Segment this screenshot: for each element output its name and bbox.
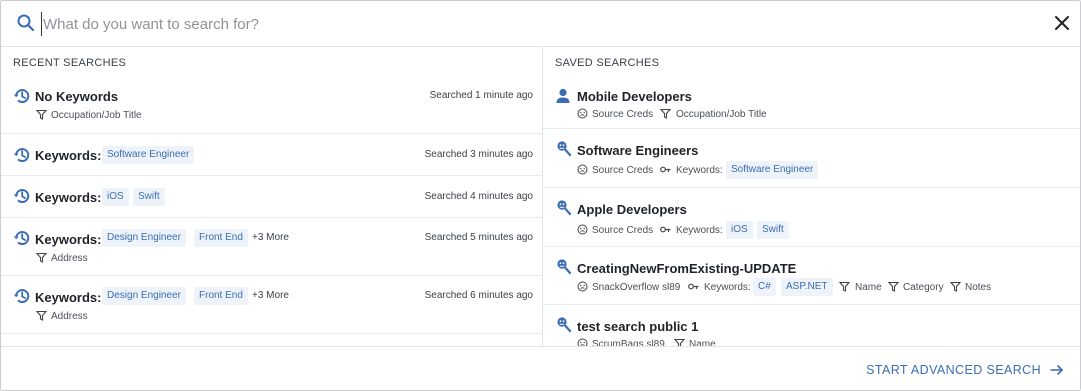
history-icon — [13, 189, 30, 203]
recent-searches-heading: RECENT SEARCHES — [13, 57, 127, 69]
keyword-tag: Front End — [194, 287, 248, 305]
recent-search-time: Searched 4 minutes ago — [424, 191, 533, 202]
saved-search-row[interactable]: test search public 1 ScrumBags sl89 Name — [543, 306, 1080, 347]
saved-search-row[interactable]: Apple Developers Source Creds Keywords: … — [543, 189, 1080, 247]
recent-search-row[interactable]: Keywords: Design Engineer Front End +3 M… — [1, 219, 542, 276]
keywords-label: Keywords: — [676, 165, 723, 176]
filter-label: Occupation/Job Title — [51, 110, 142, 121]
source-label: Source Creds — [592, 165, 654, 176]
source-label: Source Creds — [592, 225, 654, 236]
history-icon — [13, 148, 30, 162]
filter-icon — [36, 310, 47, 321]
modal-footer: START ADVANCED SEARCH — [1, 346, 1080, 390]
key-icon — [688, 283, 699, 290]
search-input[interactable] — [41, 12, 1021, 36]
filter-icon — [950, 281, 961, 292]
keyword-tag: Swift — [757, 221, 789, 239]
recent-search-time: Searched 3 minutes ago — [424, 149, 533, 160]
recent-search-time: Searched 5 minutes ago — [424, 232, 533, 243]
face-icon — [577, 108, 588, 119]
saved-searches-heading: SAVED SEARCHES — [555, 57, 660, 69]
start-advanced-search-label: START ADVANCED SEARCH — [866, 363, 1041, 377]
search-icon — [17, 14, 35, 32]
filter-label: Occupation/Job Title — [676, 109, 767, 120]
filter-label: Address — [51, 253, 88, 264]
filter-icon — [888, 281, 899, 292]
recent-search-time: Searched 1 minute ago — [429, 90, 533, 101]
filter-label: Notes — [965, 282, 992, 293]
saved-search-title: CreatingNewFromExisting-UPDATE — [577, 261, 797, 276]
start-advanced-search-button[interactable]: START ADVANCED SEARCH — [866, 360, 1065, 380]
keyword-tag: Software Engineer — [102, 146, 195, 164]
face-icon — [577, 224, 588, 235]
more-tags-count[interactable]: +3 More — [252, 290, 289, 301]
person-search-icon — [557, 200, 572, 216]
recent-search-time: Searched 6 minutes ago — [424, 290, 533, 301]
saved-searches-panel: SAVED SEARCHES Mobile Developers Source … — [543, 47, 1080, 347]
filter-icon — [660, 108, 671, 119]
close-icon[interactable] — [1052, 13, 1072, 33]
history-icon — [13, 231, 30, 245]
keyword-tag: iOS — [102, 188, 129, 206]
search-modal: RECENT SEARCHES No Keywords Searched 1 m… — [0, 0, 1081, 391]
history-icon — [13, 89, 30, 103]
filter-label: Category — [903, 282, 944, 293]
recent-search-row[interactable]: No Keywords Searched 1 minute ago Occupa… — [1, 76, 542, 134]
keyword-tag: Swift — [133, 188, 165, 206]
recent-search-title: Keywords: — [35, 190, 102, 205]
person-search-icon — [557, 141, 572, 157]
recent-search-title: Keywords: — [35, 148, 102, 163]
arrow-right-icon — [1050, 365, 1063, 375]
face-icon — [577, 281, 588, 292]
saved-search-title: Software Engineers — [577, 143, 699, 158]
saved-search-title: Apple Developers — [577, 202, 687, 217]
search-bar — [1, 1, 1080, 47]
keyword-tag: Design Engineer — [102, 287, 186, 305]
keywords-label: Keywords: — [704, 282, 751, 293]
recent-search-title: No Keywords — [35, 89, 119, 104]
source-label: Source Creds — [592, 109, 654, 120]
key-icon — [660, 226, 671, 233]
recent-searches-panel: RECENT SEARCHES No Keywords Searched 1 m… — [1, 47, 542, 347]
person-search-icon — [557, 317, 572, 333]
recent-search-title: Keywords: — [35, 290, 102, 305]
saved-search-title: Mobile Developers — [577, 89, 692, 104]
face-icon — [577, 164, 588, 175]
filter-label: Address — [51, 311, 88, 322]
keyword-tag: iOS — [726, 221, 753, 239]
keywords-label: Keywords: — [676, 225, 723, 236]
filter-label: Name — [855, 282, 882, 293]
filter-icon — [36, 252, 47, 263]
person-search-icon — [557, 259, 572, 275]
key-icon — [660, 166, 671, 173]
source-label: SnackOverflow sl89 — [592, 282, 681, 293]
recent-search-title: Keywords: — [35, 232, 102, 247]
keyword-tag: ASP.NET — [781, 278, 833, 296]
keyword-tag: Design Engineer — [102, 229, 186, 247]
saved-search-title: test search public 1 — [577, 319, 699, 334]
recent-search-row[interactable]: Keywords: Design Engineer Front End +3 M… — [1, 277, 542, 334]
recent-search-row[interactable]: Keywords: iOS Swift Searched 4 minutes a… — [1, 177, 542, 218]
keyword-tag: Software Engineer — [726, 161, 819, 179]
keyword-tag: Front End — [194, 229, 248, 247]
saved-search-row[interactable]: Software Engineers Source Creds Keywords… — [543, 130, 1080, 188]
person-search-icon — [556, 88, 570, 103]
history-icon — [13, 289, 30, 303]
recent-search-row[interactable]: Keywords: Software Engineer Searched 3 m… — [1, 135, 542, 176]
saved-search-row[interactable]: CreatingNewFromExisting-UPDATE SnackOver… — [543, 248, 1080, 305]
filter-icon — [839, 281, 850, 292]
saved-search-row[interactable]: Mobile Developers Source Creds Occupatio… — [543, 76, 1080, 129]
more-tags-count[interactable]: +3 More — [252, 232, 289, 243]
keyword-tag: C# — [753, 278, 776, 296]
filter-icon — [36, 109, 47, 120]
